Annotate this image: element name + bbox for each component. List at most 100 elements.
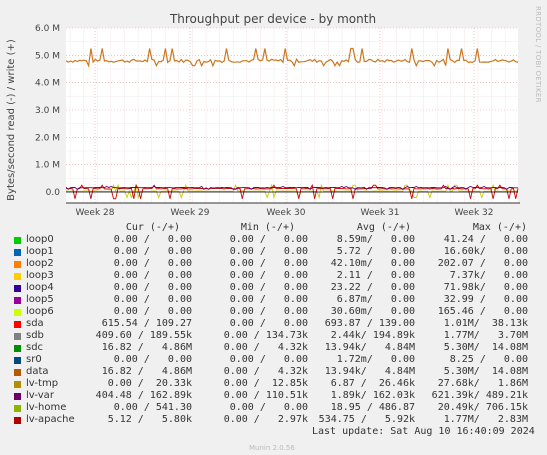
legend-value-min: 0.00 / 0.00	[229, 294, 308, 305]
x-tick-label: Week 30	[267, 208, 306, 218]
legend-value-cur: 16.82 / 4.86M	[101, 366, 192, 377]
legend-value-max: 5.30M/ 14.08M	[443, 366, 528, 377]
y-tick-label: 6.0 M	[35, 24, 60, 34]
legend-swatch	[14, 345, 21, 352]
legend-swatch	[14, 369, 21, 376]
munin-version: Munin 2.0.56	[249, 444, 295, 452]
legend-value-cur: 0.00 / 0.00	[113, 282, 192, 293]
legend-swatch	[14, 261, 21, 268]
legend-series-name: loop0	[26, 234, 54, 245]
legend-value-min: 0.00 / 0.00	[229, 234, 308, 245]
legend-series-name: sda	[26, 318, 44, 329]
legend-series-name: sdb	[26, 330, 44, 341]
y-tick-label: 5.0 M	[35, 51, 60, 61]
legend-series-name: lv-var	[26, 390, 54, 401]
y-tick-label: 4.0 M	[35, 79, 60, 89]
legend-value-max: 27.68k/ 1.86M	[437, 378, 528, 389]
legend-value-max: 1.77M/ 2.83M	[443, 414, 528, 425]
legend-value-avg: 1.89k/ 162.03k	[330, 390, 415, 401]
legend-swatch	[14, 405, 21, 412]
y-tick-label: 1.0 M	[35, 161, 60, 171]
legend-swatch	[14, 237, 21, 244]
legend-value-min: 0.00 / 0.00	[229, 258, 308, 269]
legend-header-cur: Cur (-/+)	[125, 222, 180, 233]
x-tick-label: Week 28	[76, 208, 115, 218]
legend-value-cur: 0.00 / 0.00	[113, 294, 192, 305]
legend-series-name: loop2	[26, 258, 54, 269]
legend-value-max: 621.39k/ 489.21k	[431, 390, 528, 401]
y-tick-label: 3.0 M	[35, 106, 60, 116]
legend-series-name: loop5	[26, 294, 54, 305]
legend-series-name: sr0	[26, 354, 42, 365]
legend-value-min: 0.00 / 2.97k	[223, 414, 308, 425]
legend-value-cur: 0.00 / 0.00	[113, 234, 192, 245]
legend-value-avg: 5.72 / 0.00	[336, 246, 415, 257]
legend-swatch	[14, 321, 21, 328]
legend-value-min: 0.00 / 0.00	[229, 306, 308, 317]
legend-series-name: loop4	[26, 282, 54, 293]
legend-value-cur: 0.00 / 0.00	[113, 258, 192, 269]
legend-value-min: 0.00 / 12.85k	[223, 378, 308, 389]
legend-value-cur: 615.54 / 109.27	[101, 318, 192, 329]
legend-value-max: 41.24 / 0.00	[443, 234, 528, 245]
legend-value-avg: 693.87 / 139.00	[324, 318, 415, 329]
last-update: Last update: Sat Aug 10 16:40:09 2024	[312, 426, 535, 437]
y-axis-label: Bytes/second read (-) / write (+)	[6, 39, 17, 201]
legend-value-cur: 0.00 / 0.00	[113, 306, 192, 317]
legend-value-max: 20.49k/ 706.15k	[437, 402, 528, 413]
legend-header-max: Max (-/+)	[472, 222, 527, 233]
legend-swatch	[14, 273, 21, 280]
legend-value-max: 71.98k/ 0.00	[443, 282, 528, 293]
chart-title: Throughput per device - by month	[169, 12, 376, 26]
legend-value-min: 0.00 / 134.73k	[223, 330, 308, 341]
legend-series-name: loop1	[26, 246, 54, 257]
legend-series-name: lv-apache	[26, 414, 75, 425]
x-tick-label: Week 29	[171, 208, 210, 218]
legend-value-cur: 0.00 / 0.00	[113, 270, 192, 281]
legend-swatch	[14, 393, 21, 400]
legend-value-avg: 30.60m/ 0.00	[330, 306, 415, 317]
legend-swatch	[14, 357, 21, 364]
legend-value-avg: 2.44k/ 194.89k	[330, 330, 415, 341]
legend-value-max: 32.99 / 0.00	[443, 294, 528, 305]
legend-series-name: lv-home	[26, 402, 67, 413]
legend-header-avg: Avg (-/+)	[356, 222, 411, 233]
legend-swatch	[14, 285, 21, 292]
legend-value-cur: 0.00 / 0.00	[113, 246, 192, 257]
legend-value-avg: 6.87 / 26.46k	[330, 378, 415, 389]
legend-value-cur: 16.82 / 4.86M	[101, 342, 192, 353]
legend-value-min: 0.00 / 0.00	[229, 246, 308, 257]
x-tick-label: Week 31	[361, 208, 400, 218]
legend-value-max: 202.07 / 0.00	[437, 258, 528, 269]
x-tick-label: Week 32	[455, 208, 494, 218]
legend-series-name: lv-tmp	[26, 378, 59, 389]
legend-value-max: 165.46 / 0.00	[437, 306, 528, 317]
legend-value-min: 0.00 / 0.00	[229, 282, 308, 293]
legend-swatch	[14, 333, 21, 340]
legend-value-avg: 534.75 / 5.92k	[318, 414, 415, 425]
legend-swatch	[14, 381, 21, 388]
y-tick-label: 2.0 M	[35, 133, 60, 143]
legend-value-min: 0.00 / 0.00	[229, 354, 308, 365]
legend-value-max: 1.01M/ 38.13k	[443, 318, 528, 329]
legend-value-avg: 8.59m/ 0.00	[336, 234, 415, 245]
legend-value-avg: 13.94k/ 4.84M	[324, 366, 415, 377]
legend-value-avg: 1.72m/ 0.00	[336, 354, 415, 365]
legend-swatch	[14, 297, 21, 304]
legend-value-cur: 0.00 / 0.00	[113, 354, 192, 365]
legend-value-max: 16.60k/ 0.00	[443, 246, 528, 257]
x-ticks: Week 28 Week 29 Week 30 Week 31 Week 32	[76, 208, 494, 218]
legend-value-cur: 409.60 / 189.55k	[95, 330, 192, 341]
y-ticks: 6.0 M 5.0 M 4.0 M 3.0 M 2.0 M 1.0 M 0.0	[35, 24, 60, 198]
legend-value-min: 0.00 / 0.00	[229, 318, 308, 329]
legend-value-min: 0.00 / 110.51k	[223, 390, 308, 401]
legend-swatch	[14, 249, 21, 256]
legend-value-avg: 6.87m/ 0.00	[336, 294, 415, 305]
legend-swatch	[14, 417, 21, 424]
legend-value-cur: 404.48 / 162.89k	[95, 390, 192, 401]
legend-series-name: data	[26, 366, 49, 377]
legend-series-name: sdc	[26, 342, 44, 353]
legend-series-name: loop3	[26, 270, 54, 281]
legend-value-min: 0.00 / 4.32k	[223, 342, 308, 353]
y-tick-label: 0.0	[46, 188, 61, 198]
